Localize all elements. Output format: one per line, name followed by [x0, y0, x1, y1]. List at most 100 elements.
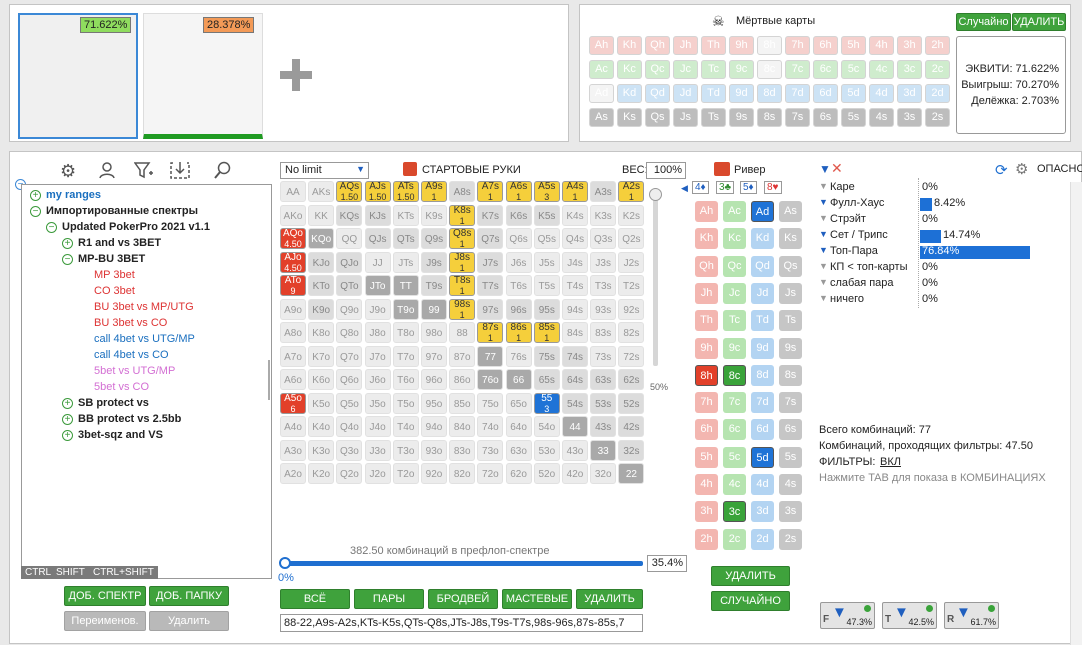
hand-cell[interactable]: 65s [533, 369, 560, 390]
hand-cell[interactable]: K5s [533, 204, 560, 226]
dead-card[interactable]: 8d [757, 84, 782, 103]
stat-filter-icon[interactable]: ▼ [819, 197, 828, 207]
hand-cell[interactable]: 72s [618, 345, 645, 367]
dead-card[interactable]: Ts [701, 108, 726, 127]
hand-cell[interactable]: KJo [308, 251, 335, 273]
tree-toggle[interactable]: + [62, 430, 73, 441]
board-card[interactable]: Kh [695, 228, 718, 250]
weight-input[interactable]: 100% [646, 162, 686, 179]
hand-cell[interactable]: TT [392, 275, 419, 296]
search-icon[interactable] [214, 161, 232, 179]
dead-card[interactable]: Ah [589, 36, 614, 55]
hand-cell[interactable]: 63s [590, 369, 617, 390]
hand-cell[interactable]: K9s [421, 204, 447, 226]
hand-cell[interactable]: K8o [308, 322, 335, 343]
tree-toggle[interactable]: − [30, 206, 41, 217]
board-card[interactable]: Kd [751, 228, 774, 250]
hand-cell[interactable]: J9o [364, 298, 391, 320]
hand-cell[interactable]: T4o [392, 416, 419, 437]
board-card[interactable]: Jc [723, 282, 746, 304]
hand-cell[interactable]: Q2s [618, 228, 645, 249]
board-card[interactable]: 2c [723, 528, 746, 550]
board-card[interactable]: 3d [751, 501, 774, 523]
hand-cell[interactable]: 65o [505, 392, 532, 414]
dead-card[interactable]: 9s [729, 108, 754, 127]
hand-cell[interactable]: J6o [364, 369, 391, 390]
hand-cell[interactable]: T9o [392, 298, 419, 320]
board-card[interactable]: Qc [723, 255, 746, 277]
rename-button[interactable]: Переименов. [64, 611, 146, 631]
tree-item[interactable]: R1 and vs 3BET [78, 237, 161, 249]
hand-cell[interactable]: Q8o [336, 322, 363, 343]
board-delete-button[interactable]: УДАЛИТЬ [711, 566, 790, 586]
hand-cell[interactable]: 43o [562, 439, 588, 461]
hand-cell[interactable]: J8s 1 [449, 251, 476, 273]
dead-card[interactable]: 3d [897, 84, 922, 103]
hand-cell[interactable]: 73s [590, 345, 617, 367]
hand-cell[interactable]: 96o [421, 369, 447, 390]
hand-cell[interactable]: T9s [421, 275, 447, 296]
hand-cell[interactable]: 75s [533, 345, 560, 367]
hand-cell[interactable]: Q2o [336, 463, 363, 484]
board-card[interactable]: Qs [779, 255, 802, 277]
hand-cell[interactable]: 74s [562, 345, 588, 367]
dead-random-button[interactable]: Случайно [956, 13, 1011, 31]
filters-toggle[interactable]: ВКЛ [880, 456, 901, 468]
board-card[interactable]: 7h [695, 392, 718, 414]
dead-card[interactable]: 6s [813, 108, 838, 127]
clear-filter-icon[interactable]: ✕ [831, 160, 843, 177]
board-card[interactable]: 5d [751, 446, 774, 468]
board-card[interactable]: 8h [695, 364, 718, 386]
stat-filter-icon[interactable]: ▼ [819, 277, 828, 287]
dead-delete-button[interactable]: УДАЛИТЬ [1012, 13, 1066, 31]
modifier-tab[interactable]: SHIFT [52, 566, 89, 579]
hand-cell[interactable]: JJ [364, 251, 391, 273]
hand-cell[interactable]: 54o [533, 416, 560, 437]
tree-toggle[interactable]: + [62, 238, 73, 249]
hand-cell[interactable]: 76s [505, 345, 532, 367]
board-card[interactable]: Td [751, 310, 774, 332]
board-card[interactable]: 6h [695, 419, 718, 441]
dead-card[interactable]: 5d [841, 84, 866, 103]
hand-cell[interactable]: 52o [533, 463, 560, 484]
hand-cell[interactable]: Q7o [336, 345, 363, 367]
modifier-tab[interactable]: CTRL+SHIFT [89, 566, 158, 579]
hand-cell[interactable]: 93s [590, 298, 617, 320]
dead-card[interactable]: Td [701, 84, 726, 103]
hand-cell[interactable]: 53s [590, 392, 617, 414]
user-icon[interactable] [98, 161, 116, 179]
hand-cell[interactable]: 83o [449, 439, 476, 461]
combo-slider-track[interactable] [283, 561, 643, 566]
board-card[interactable]: 8c [723, 364, 746, 386]
hand-cell[interactable]: ATo 9 [280, 275, 306, 296]
dead-card[interactable]: Tc [701, 60, 726, 79]
hand-cell[interactable]: T2o [392, 463, 419, 484]
hand-cell[interactable]: Q6s [505, 228, 532, 249]
select-all-button[interactable]: ВСЁ [280, 589, 350, 609]
hand-cell[interactable]: 74o [477, 416, 504, 437]
hand-cell[interactable]: A5s 3 [533, 181, 560, 202]
hand-cell[interactable]: 84o [449, 416, 476, 437]
board-card[interactable]: 2d [751, 528, 774, 550]
hand-cell[interactable]: QTo [336, 275, 363, 296]
hand-cell[interactable]: 64s [562, 369, 588, 390]
prev-street-arrow[interactable]: ◀ [681, 183, 688, 194]
board-card[interactable]: Ad [751, 201, 774, 222]
hand-cell[interactable]: J2s [618, 251, 645, 273]
dead-card[interactable]: 4s [869, 108, 894, 127]
hand-cell[interactable]: A6o [280, 369, 306, 390]
tree-item[interactable]: 5bet vs UTG/MP [94, 365, 175, 377]
dead-card[interactable]: 7h [785, 36, 810, 55]
hand-cell[interactable]: A6s 1 [505, 181, 532, 202]
tree-item[interactable]: BB protect vs 2.5bb [78, 413, 181, 425]
delete-range-button[interactable]: Удалить [149, 611, 229, 631]
modifier-tab[interactable]: CTRL [21, 566, 56, 579]
hand-cell[interactable]: ATs 1.50 [392, 181, 419, 202]
hand-cell[interactable]: K9o [308, 298, 335, 320]
hand-cell[interactable]: J3o [364, 439, 391, 461]
dead-card[interactable]: 5c [841, 60, 866, 79]
hand-cell[interactable]: 63o [505, 439, 532, 461]
board-card[interactable]: Jd [751, 282, 774, 304]
hand-cell[interactable]: 97s [477, 298, 504, 320]
board-card[interactable]: As [779, 201, 802, 222]
